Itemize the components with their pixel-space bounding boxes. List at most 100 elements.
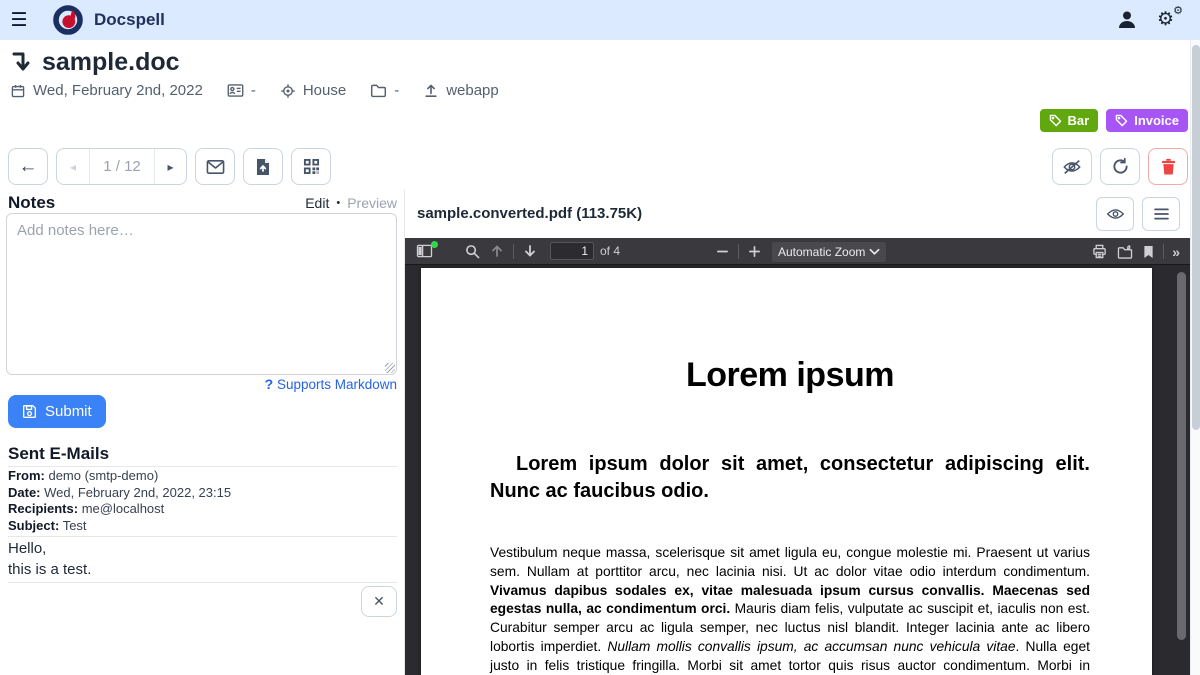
zoom-level-value: Automatic Zoom: [778, 245, 865, 259]
printer-icon: [1092, 244, 1107, 259]
pdf-view-button[interactable]: [1096, 197, 1134, 231]
pdf-sidebar-toggle-button[interactable]: [411, 238, 438, 265]
plus-icon: [748, 245, 761, 258]
question-mark-icon: ?: [265, 376, 274, 392]
pdf-scrollbar-thumb[interactable]: [1177, 272, 1186, 640]
arrow-down-icon: [523, 244, 537, 258]
mail-date-row: Date: Wed, February 2nd, 2022, 23:15: [8, 485, 397, 502]
tag-icon: [1115, 114, 1128, 127]
eye-icon: [1106, 207, 1125, 221]
zoom-level-select[interactable]: Automatic Zoom: [772, 242, 886, 262]
search-icon: [465, 244, 480, 259]
address-card-icon: [227, 83, 244, 98]
qr-code-button[interactable]: [291, 148, 331, 185]
notes-tab-preview[interactable]: Preview: [347, 195, 397, 211]
pager-indicator: 1 / 12: [90, 149, 154, 184]
folder-value: -: [394, 82, 399, 99]
tag-chip[interactable]: Bar: [1040, 109, 1099, 132]
trash-icon: [1161, 158, 1176, 175]
menu-hamburger-icon[interactable]: ☰: [0, 0, 38, 40]
minus-icon: [716, 245, 729, 258]
subject-value: Test: [63, 518, 87, 533]
divider: [8, 582, 397, 583]
back-arrow-icon: ←: [19, 156, 38, 178]
page-title: sample.doc: [42, 48, 180, 77]
back-button[interactable]: ←: [8, 148, 48, 185]
document-meta-row: Wed, February 2nd, 2022 - House - webapp: [10, 82, 499, 99]
user-icon[interactable]: [1110, 3, 1144, 37]
pdf-scrollbar[interactable]: [1177, 272, 1186, 642]
textarea-resize-handle[interactable]: [385, 363, 395, 373]
bookmark-icon: [1143, 245, 1154, 259]
doc-date: Wed, February 2nd, 2022: [33, 82, 203, 99]
pdf-page-number-input[interactable]: [550, 242, 594, 260]
pdf-doc-title: Lorem ipsum: [490, 356, 1090, 395]
from-value: demo (smtp-demo): [48, 468, 158, 483]
menu-lines-icon: [1154, 208, 1169, 220]
from-label: From:: [8, 468, 45, 483]
pdf-viewport[interactable]: Lorem ipsum Lorem ipsum dolor sit amet, …: [405, 265, 1190, 675]
next-page-button[interactable]: ▸: [154, 149, 186, 184]
pdf-prev-page-button[interactable]: [485, 238, 509, 265]
send-mail-button[interactable]: [195, 148, 235, 185]
page-scrollbar[interactable]: [1190, 40, 1200, 675]
pdf-print-button[interactable]: [1087, 238, 1112, 265]
notes-heading: Notes: [8, 193, 55, 213]
tag-label: Invoice: [1134, 113, 1179, 128]
folder-icon: [370, 83, 387, 98]
crosshair-icon: [280, 83, 296, 99]
attachment-pager: ◂ 1 / 12 ▸: [56, 148, 187, 185]
prev-page-button[interactable]: ◂: [57, 149, 90, 184]
tag-label: Bar: [1068, 113, 1090, 128]
pdf-search-button[interactable]: [460, 238, 485, 265]
submit-label: Submit: [45, 403, 92, 420]
docspell-logo-icon: [52, 4, 84, 36]
upload-icon: [423, 83, 439, 99]
pdf-download-button[interactable]: [1112, 238, 1138, 265]
tag-icon: [1049, 114, 1062, 127]
concerning-value[interactable]: House: [303, 82, 346, 99]
pdf-menu-button[interactable]: [1142, 197, 1180, 231]
notes-tab-edit[interactable]: Edit: [305, 195, 329, 211]
pdf-page: Lorem ipsum Lorem ipsum dolor sit amet, …: [421, 268, 1152, 675]
add-file-button[interactable]: [243, 148, 283, 185]
zoom-out-button[interactable]: [711, 238, 734, 265]
tag-chip[interactable]: Invoice: [1106, 109, 1188, 132]
divider: [8, 466, 397, 467]
pdf-doc-body: Vestibulum neque massa, scelerisque sit …: [490, 544, 1090, 675]
app-title[interactable]: Docspell: [94, 10, 165, 30]
pdf-page-count: of 4: [600, 244, 620, 258]
date-label: Date:: [8, 485, 41, 500]
pdfjs-toolbar: of 4 Automatic Zoom: [405, 238, 1190, 265]
pdf-file-label: sample.converted.pdf (113.75K): [417, 205, 642, 222]
eye-slash-icon: [1062, 158, 1082, 176]
markdown-hint-link[interactable]: ? Supports Markdown: [6, 376, 397, 392]
submit-button[interactable]: Submit: [8, 395, 106, 428]
page-scrollbar-thumb[interactable]: [1192, 45, 1200, 430]
qrcode-icon: [303, 158, 320, 175]
tags-row: Bar Invoice: [1040, 109, 1188, 132]
recipients-value: me@localhost: [82, 501, 165, 516]
file-upload-icon: [255, 158, 271, 176]
top-navbar: ☰ Docspell ⚙⚙: [0, 0, 1200, 40]
mail-from-row: From: demo (smtp-demo): [8, 468, 397, 485]
settings-gears-icon[interactable]: ⚙⚙: [1152, 3, 1186, 37]
mail-recipients-row: Recipients: me@localhost: [8, 501, 397, 518]
chevron-down-icon: [869, 248, 880, 256]
source-value: webapp: [446, 82, 499, 99]
notes-input[interactable]: [6, 213, 397, 375]
mail-body-line: Hello,: [8, 540, 46, 557]
zoom-in-button[interactable]: [743, 238, 766, 265]
download-arrow-icon: [10, 50, 32, 76]
pdf-more-tools-button[interactable]: »: [1168, 244, 1184, 260]
calendar-icon: [10, 83, 26, 99]
pdf-next-page-button[interactable]: [518, 238, 542, 265]
download-file-icon: [1117, 245, 1133, 259]
sent-emails-heading: Sent E-Mails: [8, 444, 109, 464]
mail-body-line: this is a test.: [8, 561, 91, 578]
close-email-button[interactable]: ✕: [361, 586, 397, 617]
pdf-bookmark-button[interactable]: [1138, 238, 1159, 265]
hide-item-button[interactable]: [1052, 148, 1092, 185]
reprocess-button[interactable]: [1100, 148, 1140, 185]
delete-button[interactable]: [1148, 148, 1188, 185]
